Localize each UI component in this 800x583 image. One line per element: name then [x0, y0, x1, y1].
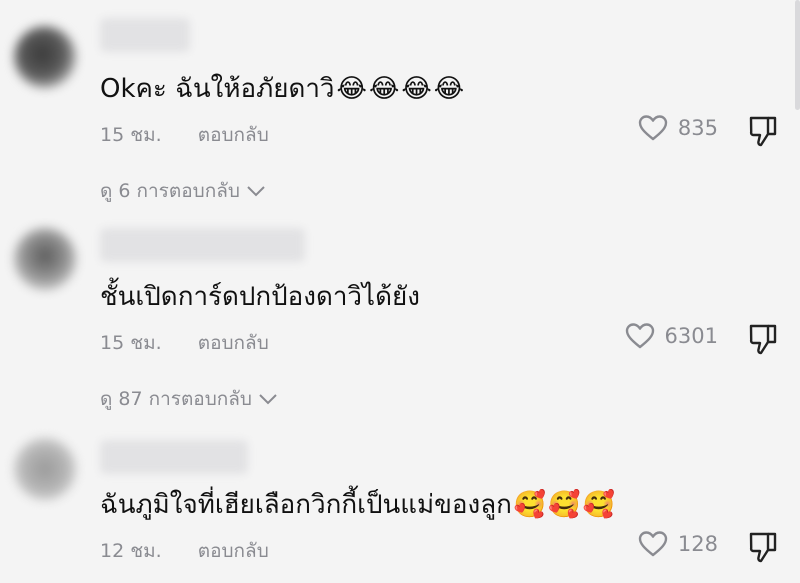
timestamp: 12 ชม.	[100, 540, 162, 562]
view-replies-link[interactable]: ดู 6 การตอบกลับ	[100, 176, 266, 206]
username[interactable]	[100, 440, 248, 474]
thumbs-down-icon[interactable]	[748, 114, 778, 148]
comment-body: Okคะ ฉันให้อภัยดาวิ	[100, 74, 335, 104]
timestamp: 15 ชม.	[100, 124, 162, 146]
avatar[interactable]	[14, 26, 76, 88]
laughing-emoji: 😂	[368, 74, 400, 104]
laughing-emoji: 😂	[401, 74, 432, 104]
reply-button[interactable]: ตอบกลับ	[198, 540, 269, 562]
reply-button[interactable]: ตอบกลับ	[198, 332, 269, 354]
comment-text: Okคะ ฉันให้อภัยดาวิ😂😂😂😂	[100, 72, 464, 106]
scrollbar[interactable]	[795, 0, 800, 110]
like-count: 835	[677, 116, 718, 140]
laughing-emoji: 😂	[433, 74, 465, 104]
laughing-emoji: 😂	[336, 74, 367, 104]
like-count: 128	[677, 532, 718, 556]
like-button[interactable]: 6301	[625, 322, 718, 350]
timestamp: 15 ชม.	[100, 332, 162, 354]
comment-body: ชั้นเปิดการ์ดปกป้องดาวิได้ยัง	[100, 282, 420, 312]
chevron-down-icon	[247, 186, 265, 197]
view-replies-label: ดู 6 การตอบกลับ	[100, 180, 240, 202]
smiling-hearts-emoji: 🥰	[548, 490, 581, 520]
thumbs-down-icon[interactable]	[748, 530, 778, 564]
comment-text: ชั้นเปิดการ์ดปกป้องดาวิได้ยัง	[100, 280, 420, 314]
chevron-down-icon	[259, 394, 277, 405]
view-replies-label: ดู 87 การตอบกลับ	[100, 388, 252, 410]
comment-meta: 12 ชม. ตอบกลับ	[100, 536, 269, 566]
comment-body: ฉันภูมิใจที่เฮียเลือกวิกกี้เป็นแม่ของลูก	[100, 490, 512, 520]
smiling-hearts-emoji: 🥰	[513, 490, 547, 520]
heart-outline-icon	[638, 531, 668, 557]
like-button[interactable]: 128	[638, 530, 718, 558]
username[interactable]	[100, 18, 190, 52]
like-button[interactable]: 835	[638, 114, 718, 142]
comment-meta: 15 ชม. ตอบกลับ	[100, 120, 269, 150]
heart-outline-icon	[638, 115, 668, 141]
view-replies-link[interactable]: ดู 87 การตอบกลับ	[100, 384, 278, 414]
heart-outline-icon	[625, 323, 654, 349]
avatar[interactable]	[14, 438, 76, 500]
smiling-hearts-emoji: 🥰	[582, 490, 616, 520]
avatar[interactable]	[14, 228, 76, 290]
comment-meta: 15 ชม. ตอบกลับ	[100, 328, 269, 358]
reply-button[interactable]: ตอบกลับ	[198, 124, 269, 146]
thumbs-down-icon[interactable]	[748, 322, 778, 356]
comment-text: ฉันภูมิใจที่เฮียเลือกวิกกี้เป็นแม่ของลูก…	[100, 488, 615, 522]
like-count: 6301	[664, 324, 718, 348]
username[interactable]	[100, 228, 305, 262]
